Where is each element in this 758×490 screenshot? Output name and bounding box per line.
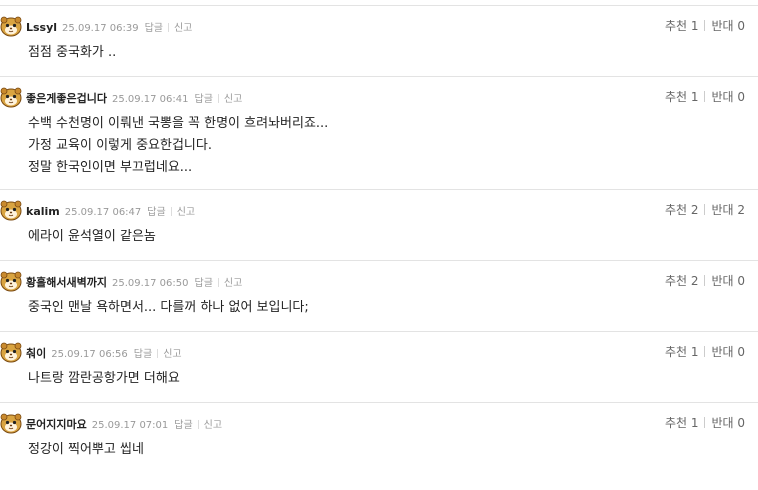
divider (704, 346, 706, 357)
downvote-button[interactable]: 반대 0 (711, 345, 745, 359)
reply-button[interactable]: 답글 (145, 23, 163, 34)
comment-date: 25.09.17 06:47 (64, 207, 142, 218)
author-name[interactable]: kalim (26, 205, 60, 218)
comment-header: 문어지지마요 25.09.17 07:01 답글 신고 (26, 416, 222, 431)
comment-header: 황홀해서새벽까지 25.09.17 06:50 답글 신고 (26, 274, 242, 289)
divider (157, 349, 159, 358)
author-name[interactable]: 황홀해서새벽까지 (26, 276, 107, 289)
comment-date: 25.09.17 06:41 (111, 94, 189, 105)
vote-box: 추천 1 반대 0 (665, 345, 745, 359)
vote-box: 추천 2 반대 0 (665, 274, 745, 288)
comment-item: kalim 25.09.17 06:47 답글 신고 에라이 윤석열이 같은놈 추천 … (0, 190, 758, 261)
hamster-avatar-icon[interactable] (0, 270, 22, 292)
reply-button[interactable]: 답글 (134, 349, 152, 360)
comment-line: 중국인 맨날 욕하면서... 다를꺼 하나 없어 보입니다; (28, 300, 309, 315)
author-name[interactable]: Lssyl (26, 21, 57, 34)
comment-date: 25.09.17 07:01 (91, 420, 169, 431)
author-name[interactable]: 춰이 (26, 347, 46, 360)
comment-date: 25.09.17 06:56 (51, 349, 128, 360)
comment-date: 25.09.17 06:50 (111, 278, 189, 289)
upvote-button[interactable]: 추천 1 (665, 90, 699, 104)
reply-button[interactable]: 답글 (174, 420, 192, 431)
hamster-avatar-icon[interactable] (0, 15, 22, 37)
comment-line: 정말 한국인이면 부끄럽네요... (28, 160, 193, 175)
hamster-avatar-icon[interactable] (0, 86, 22, 108)
comment-body: 정강이 찍어뿌고 씹네 (28, 439, 144, 461)
divider (170, 207, 172, 216)
comment-item: 문어지지마요 25.09.17 07:01 답글 신고 정강이 찍어뿌고 씹네 추천 … (0, 403, 758, 473)
comment-body: 나트랑 깜란공항가면 더해요 (28, 368, 180, 390)
vote-box: 추천 1 반대 0 (665, 90, 745, 104)
vote-box: 추천 1 반대 0 (665, 416, 745, 430)
comment-header: 좋은게좋은겁니다 25.09.17 06:41 답글 신고 (26, 90, 242, 105)
hamster-avatar-icon[interactable] (0, 341, 22, 363)
comment-list: Lssyl 25.09.17 06:39 답글 신고 점점 중국화가 .. 추천 1반… (0, 0, 758, 473)
downvote-button[interactable]: 반대 0 (711, 90, 745, 104)
comment-line: 수백 수천명이 이뤄낸 국뽕을 꼭 한명이 흐려놔버리죠... (28, 116, 329, 131)
report-button[interactable]: 신고 (224, 278, 242, 289)
divider (704, 91, 706, 102)
report-button[interactable]: 신고 (224, 94, 242, 105)
upvote-button[interactable]: 추천 2 (665, 203, 699, 217)
comment-body: 중국인 맨날 욕하면서... 다를꺼 하나 없어 보입니다; (28, 297, 309, 319)
report-button[interactable]: 신고 (204, 420, 222, 431)
downvote-button[interactable]: 반대 2 (711, 203, 745, 217)
comment-line: 나트랑 깜란공항가면 더해요 (28, 371, 180, 386)
comment-line: 가정 교육이 이렇게 중요한겁니다. (28, 138, 212, 153)
divider (704, 417, 706, 428)
comment-item: 좋은게좋은겁니다 25.09.17 06:41 답글 신고 수백 수천명이 이뤄낸 국… (0, 77, 758, 190)
report-button[interactable]: 신고 (174, 23, 192, 34)
comment-line: 점점 중국화가 .. (28, 45, 117, 60)
downvote-button[interactable]: 반대 0 (711, 19, 745, 33)
divider (197, 420, 199, 429)
comment-item: Lssyl 25.09.17 06:39 답글 신고 점점 중국화가 .. 추천 1 반… (0, 6, 758, 77)
upvote-button[interactable]: 추천 2 (665, 274, 699, 288)
comment-date: 25.09.17 06:39 (62, 23, 139, 34)
comment-line: 정강이 찍어뿌고 씹네 (28, 442, 144, 457)
comment-header: 춰이 25.09.17 06:56 답글 신고 (26, 345, 182, 360)
author-name[interactable]: 좋은게좋은겁니다 (26, 92, 107, 105)
reply-button[interactable]: 답글 (147, 207, 165, 218)
comment-body: 수백 수천명이 이뤄낸 국뽕을 꼭 한명이 흐려놔버리죠... 가정 교육이 이… (28, 113, 328, 179)
reply-button[interactable]: 답글 (195, 94, 213, 105)
vote-box: 추천 2 반대 2 (665, 203, 745, 217)
report-button[interactable]: 신고 (177, 207, 195, 218)
reply-button[interactable]: 답글 (195, 278, 213, 289)
divider (704, 204, 706, 215)
downvote-button[interactable]: 반대 0 (711, 416, 745, 430)
upvote-button[interactable]: 추천 1 (665, 416, 699, 430)
downvote-button[interactable]: 반대 0 (711, 274, 745, 288)
comment-body: 점점 중국화가 .. (28, 42, 116, 64)
hamster-avatar-icon[interactable] (0, 199, 22, 221)
divider (217, 278, 219, 287)
divider (704, 275, 706, 286)
report-button[interactable]: 신고 (163, 349, 181, 360)
upvote-button[interactable]: 추천 1 (665, 345, 699, 359)
comment-item: 황홀해서새벽까지 25.09.17 06:50 답글 신고 중국인 맨날 욕하면서..… (0, 261, 758, 332)
comment-body: 에라이 윤석열이 같은놈 (28, 226, 156, 248)
divider (217, 94, 219, 103)
comment-header: kalim 25.09.17 06:47 답글 신고 (26, 203, 195, 218)
hamster-avatar-icon[interactable] (0, 412, 22, 434)
vote-box: 추천 1 반대 0 (665, 19, 745, 33)
divider (704, 20, 706, 31)
comment-line: 에라이 윤석열이 같은놈 (28, 229, 156, 244)
comment-item: 춰이 25.09.17 06:56 답글 신고 나트랑 깜란공항가면 더해요 추천 1… (0, 332, 758, 403)
upvote-button[interactable]: 추천 1 (665, 19, 699, 33)
divider (167, 23, 169, 32)
comment-header: Lssyl 25.09.17 06:39 답글 신고 (26, 19, 192, 34)
author-name[interactable]: 문어지지마요 (26, 418, 87, 431)
